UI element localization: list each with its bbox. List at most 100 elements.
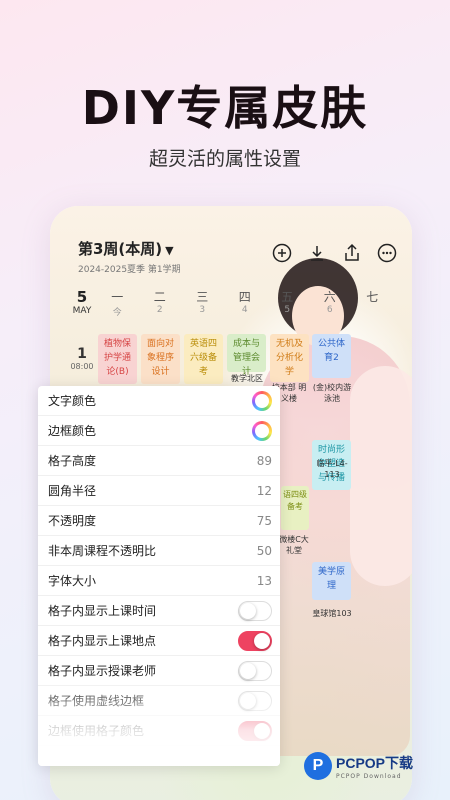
setting-label: 边框使用格子颜色 [48,724,145,738]
setting-row[interactable]: 非本周课程不透明比 50 [38,536,280,566]
toggle-switch[interactable] [238,720,272,741]
setting-label: 不透明度 [48,514,97,528]
day-name: 六 [323,290,336,304]
setting-row[interactable]: 字体大小 13 [38,566,280,596]
setting-row[interactable]: 格子内显示授课老师 [38,656,280,686]
download-icon[interactable] [306,242,328,264]
watermark-sub: PCPOP Download [336,772,402,780]
setting-value: 13 [256,573,272,588]
week-selector[interactable]: 第3周(本周) ▼ [78,238,181,259]
watermark-logo-icon: P [304,752,332,780]
setting-value: 89 [256,453,272,468]
setting-value: 12 [256,483,272,498]
setting-row[interactable]: 边框颜色 [38,416,280,446]
setting-row[interactable]: 格子使用虚线边框 [38,686,280,716]
day-name: 二 [153,290,166,304]
setting-label: 非本周课程不透明比 [48,544,157,558]
day-col-thu: 四4 [224,288,267,318]
day-col-sat: 六6 [309,288,352,318]
course-card[interactable]: 成本与管理会计 [227,334,266,377]
course-location: 微楼C大礼堂 [279,535,309,555]
setting-label: 格子内显示授课老师 [48,664,157,678]
day-col-sun: 七 [351,288,394,318]
setting-label: 圆角半径 [48,484,97,498]
period-1: 1 08:00 [68,346,96,371]
share-icon[interactable] [341,242,363,264]
setting-row[interactable]: 格子内显示上课地点 [38,626,280,656]
toggle-knob [254,722,270,739]
course-location: (金)校内游泳池 [312,383,352,403]
setting-label: 格子高度 [48,454,97,468]
day-name: 七 [366,290,379,304]
hero-title: DIY专属皮肤 [81,81,369,135]
course-location: 临平-L4-113 [316,459,348,479]
header-actions [271,242,398,264]
toggle-switch[interactable] [238,690,272,711]
settings-panel: 文字颜色 边框颜色 格子高度 89 圆角半径 12 不透明度 75 非本周课程不透明比… [38,386,280,766]
course-card[interactable]: 公共体育2 [312,334,351,378]
toggle-knob [240,662,256,679]
toggle-knob [254,632,270,649]
setting-row[interactable]: 圆角半径 12 [38,476,280,506]
month-date: 5 [76,288,88,306]
setting-row[interactable]: 边框使用格子颜色 [38,716,280,746]
setting-label: 格子内显示上课地点 [48,634,157,648]
day-sub: 3 [199,305,206,315]
course-card[interactable]: 美学原理 [312,562,351,600]
setting-row[interactable]: 格子高度 89 [38,446,280,476]
term-label: 2024-2025夏季 第1学期 [78,265,181,275]
toggle-knob [240,602,256,619]
setting-label: 边框颜色 [48,424,97,438]
setting-value: 75 [256,513,272,528]
add-icon[interactable] [271,242,293,264]
period-number: 1 [77,346,87,362]
course-location: 教学北区 [231,374,263,383]
setting-row[interactable]: 不透明度 75 [38,506,280,536]
day-sub: 今 [112,308,122,318]
color-picker-icon[interactable] [252,420,272,441]
week-label: 第3周(本周) [78,240,163,258]
day-col-tue: 二2 [139,288,182,318]
setting-label: 字体大小 [48,574,97,588]
toggle-knob [240,692,256,709]
toggle-switch[interactable] [238,630,272,651]
toggle-switch[interactable] [238,660,272,681]
day-sub: 6 [326,305,333,315]
course-card[interactable]: 英语四六级备考 [184,334,223,384]
setting-label: 文字颜色 [48,394,97,408]
day-name: 四 [238,290,251,304]
watermark-text: PCPOP下载 PCPOP Download [336,753,413,780]
watermark: P PCPOP下载 PCPOP Download [304,752,413,780]
week-header[interactable]: 第3周(本周) ▼ 2024-2025夏季 第1学期 [78,238,181,275]
watermark-main: PCPOP下载 [336,754,414,771]
setting-label: 格子使用虚线边框 [48,694,145,708]
setting-label: 格子内显示上课时间 [48,604,157,618]
day-header-row: 5 MAY 一今 二2 三3 四4 五5 六6 七 [68,288,412,318]
day-col-wed: 三3 [181,288,224,318]
day-sub: 4 [241,305,248,315]
toggle-switch[interactable] [238,600,272,621]
day-name: 一 [111,290,124,304]
setting-value: 50 [256,543,272,558]
more-icon[interactable] [376,242,398,264]
month-name: MAY [72,306,92,316]
day-sub: 5 [284,305,291,315]
day-sub: 2 [156,305,163,315]
day-name: 三 [196,290,209,304]
day-col-mon: 一今 [96,288,139,318]
setting-row[interactable]: 文字颜色 [38,386,280,416]
hero-subtitle: 超灵活的属性设置 [148,148,301,170]
course-card[interactable]: 植物保护学通论(B) [98,334,137,384]
course-location: 皇球馆103 [312,609,352,618]
illustration-sleeve [350,366,412,586]
course-card[interactable]: 面向对象程序设计 [141,334,180,384]
day-col-fri: 五5 [266,288,309,318]
course-card[interactable]: 无机及分析化学 [270,334,309,382]
caret-down-icon: ▼ [165,244,174,257]
color-picker-icon[interactable] [252,390,272,411]
setting-row[interactable]: 格子内显示上课时间 [38,596,280,626]
period-time: 08:00 [70,362,94,371]
course-card[interactable]: 语四级备考 [281,486,309,530]
month-cell: 5 MAY [68,288,96,318]
day-name: 五 [281,290,294,304]
